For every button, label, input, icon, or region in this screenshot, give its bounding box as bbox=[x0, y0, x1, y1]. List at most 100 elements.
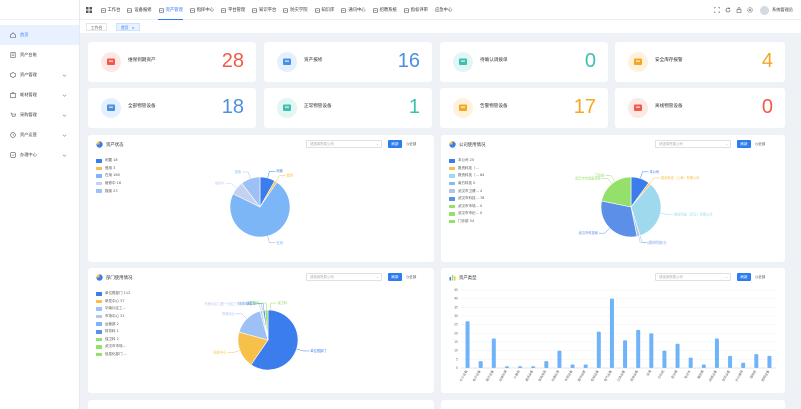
legend-item[interactable]: 在用 160 bbox=[96, 172, 121, 180]
close-icon[interactable]: × bbox=[132, 26, 135, 30]
bar[interactable] bbox=[544, 361, 549, 368]
legend-item[interactable]: 本公司 25 bbox=[449, 157, 484, 165]
legend-item[interactable]: 闲置 18 bbox=[96, 157, 121, 165]
bar[interactable] bbox=[504, 366, 509, 368]
all-button[interactable]: ◷全部 bbox=[755, 140, 769, 148]
nav-item-9[interactable]: 招聘系统 bbox=[369, 0, 400, 20]
legend-item[interactable]: 运营部 2 bbox=[96, 320, 130, 328]
callout-line bbox=[640, 171, 649, 179]
nav-item-8[interactable]: 通讯中心 bbox=[338, 0, 369, 20]
bar[interactable] bbox=[570, 364, 575, 368]
legend-item[interactable]: 市场中心 31 bbox=[96, 313, 130, 321]
all-button[interactable]: ◷全部 bbox=[755, 273, 769, 281]
nav-item-5[interactable]: 知识平台 bbox=[249, 0, 280, 20]
tab-home[interactable]: 首页 × bbox=[116, 23, 140, 31]
company-select[interactable]: 请选择所属公司 ⌄ bbox=[655, 273, 731, 281]
avatar[interactable] bbox=[760, 5, 770, 15]
nav-item-4[interactable]: 平台管理 bbox=[217, 0, 248, 20]
legend-item[interactable]: 保卫科 2 bbox=[96, 336, 130, 344]
sidebar-item-0[interactable]: 首页 bbox=[0, 25, 79, 45]
bar[interactable] bbox=[675, 343, 680, 368]
nav-item-6[interactable]: 防灾学院 bbox=[280, 0, 311, 20]
sidebar-item-6[interactable]: 办理中心 bbox=[0, 145, 79, 165]
legend-item[interactable]: 报废 23 bbox=[96, 187, 121, 195]
refresh-button[interactable]: 刷新 bbox=[737, 273, 751, 281]
stat-card-3[interactable]: 安全库存报警 4 bbox=[615, 42, 785, 82]
legend-item[interactable]: 武汉市市场... 0 bbox=[449, 203, 484, 211]
refresh-icon[interactable] bbox=[725, 7, 731, 13]
legend-item[interactable]: 数资科技（... bbox=[449, 165, 484, 173]
legend-item[interactable]: 单位根部门 112 bbox=[96, 290, 130, 298]
legend-item[interactable]: 南方科技 0 bbox=[449, 180, 484, 188]
bar[interactable] bbox=[609, 298, 614, 368]
bar[interactable] bbox=[649, 333, 654, 368]
legend-item[interactable]: 武汉市卫健... 4 bbox=[449, 187, 484, 195]
chevron-down-icon bbox=[62, 113, 67, 118]
stat-card-2[interactable]: 待确认调拨单 0 bbox=[440, 42, 608, 82]
stat-card-4[interactable]: 全部物管设备 18 bbox=[88, 88, 256, 128]
bar[interactable] bbox=[728, 355, 733, 368]
legend-item[interactable]: 研发中心 37 bbox=[96, 298, 130, 306]
legend-swatch bbox=[96, 322, 102, 326]
stat-card-5[interactable]: 正常物管设备 1 bbox=[264, 88, 432, 128]
settings-icon[interactable] bbox=[747, 7, 753, 13]
nav-item-0[interactable]: 工作台 bbox=[97, 0, 124, 20]
bar[interactable] bbox=[636, 329, 641, 368]
legend-item[interactable]: 武汉市市场... bbox=[96, 343, 130, 351]
stat-card-6[interactable]: 告警物管设备 17 bbox=[440, 88, 608, 128]
refresh-button[interactable]: 刷新 bbox=[388, 140, 402, 148]
bar[interactable] bbox=[465, 321, 470, 368]
nav-item-11[interactable]: 应急中心 bbox=[431, 0, 455, 20]
bar[interactable] bbox=[583, 364, 588, 368]
company-select[interactable]: 请选择所属公司 ⌄ bbox=[306, 273, 382, 281]
bar[interactable] bbox=[688, 357, 693, 368]
sidebar-item-5[interactable]: 资产运营 bbox=[0, 125, 79, 145]
all-button[interactable]: ◷全部 bbox=[406, 140, 420, 148]
nav-item-7[interactable]: 知识库 bbox=[311, 0, 338, 20]
bar[interactable] bbox=[767, 355, 772, 368]
bar[interactable] bbox=[531, 366, 536, 368]
legend-item[interactable]: 财务科 1 bbox=[96, 328, 130, 336]
panel-title: 部门使用情况 bbox=[106, 276, 133, 281]
bar[interactable] bbox=[701, 364, 706, 368]
nav-item-2[interactable]: 资产管理 bbox=[155, 0, 186, 20]
bar[interactable] bbox=[741, 362, 746, 368]
legend-item[interactable]: 维修中 16 bbox=[96, 180, 121, 188]
tab-workbench[interactable]: 工作台 bbox=[86, 23, 108, 31]
sidebar-item-1[interactable]: 资产台账 bbox=[0, 45, 79, 65]
bar[interactable] bbox=[478, 361, 483, 368]
fullscreen-icon[interactable] bbox=[713, 6, 721, 14]
bar[interactable] bbox=[518, 366, 523, 368]
company-select[interactable]: 请选择所属公司 ⌄ bbox=[655, 140, 731, 148]
legend-item[interactable]: 武汉市科技... 78 bbox=[449, 195, 484, 203]
stat-card-1[interactable]: 资产报修 16 bbox=[264, 42, 432, 82]
legend-item[interactable]: 华南片区工... bbox=[96, 305, 130, 313]
stat-card-0[interactable]: 维保到期资产 28 bbox=[88, 42, 256, 82]
bar[interactable] bbox=[623, 340, 628, 368]
nav-item-3[interactable]: 指挥中心 bbox=[186, 0, 217, 20]
stat-card-7[interactable]: 离线物管设备 0 bbox=[615, 88, 785, 128]
legend-item[interactable]: 借用 3 bbox=[96, 165, 121, 173]
bar[interactable] bbox=[714, 338, 719, 368]
bar[interactable] bbox=[596, 331, 601, 368]
nav-item-1[interactable]: 设备报修 bbox=[124, 0, 155, 20]
sidebar-item-4[interactable]: 采购管理 bbox=[0, 105, 79, 125]
bar[interactable] bbox=[491, 338, 496, 368]
sidebar-item-3[interactable]: 耗材管理 bbox=[0, 85, 79, 105]
grid-menu-icon[interactable] bbox=[86, 7, 92, 13]
lock-icon[interactable] bbox=[736, 7, 742, 13]
bar[interactable] bbox=[557, 350, 562, 368]
legend-item[interactable]: 数资科技（... 84 bbox=[449, 172, 484, 180]
all-button[interactable]: ◷全部 bbox=[406, 273, 420, 281]
legend-item[interactable]: 武汉市市纪... 0 bbox=[449, 210, 484, 218]
company-select[interactable]: 请选择所属公司 ⌄ bbox=[306, 140, 382, 148]
legend-item[interactable]: 门诊部 54 bbox=[449, 218, 484, 226]
refresh-button[interactable]: 刷新 bbox=[737, 140, 751, 148]
refresh-button[interactable]: 刷新 bbox=[388, 273, 402, 281]
legend-item[interactable]: 信息化部门 ... bbox=[96, 351, 130, 359]
sidebar-item-2[interactable]: 资产管理 bbox=[0, 65, 79, 85]
user-name[interactable]: 系统管理员 bbox=[772, 7, 793, 13]
bar[interactable] bbox=[754, 354, 759, 368]
nav-item-10[interactable]: 指标评审 bbox=[400, 0, 431, 20]
bar[interactable] bbox=[662, 350, 667, 368]
